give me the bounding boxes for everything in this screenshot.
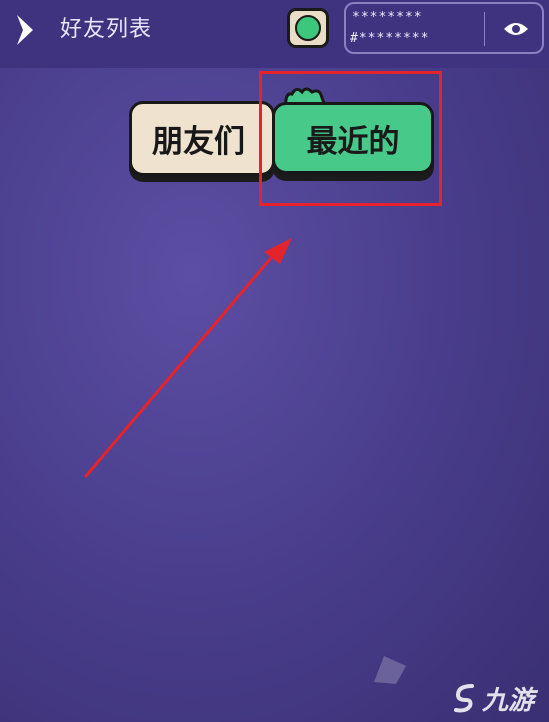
- watermark-shape: [374, 656, 406, 684]
- annotation-arrow: [84, 238, 292, 478]
- watermark-text: 九游: [482, 685, 535, 716]
- watermark: 九游: [452, 678, 534, 718]
- watermark-logo-icon: [454, 684, 474, 713]
